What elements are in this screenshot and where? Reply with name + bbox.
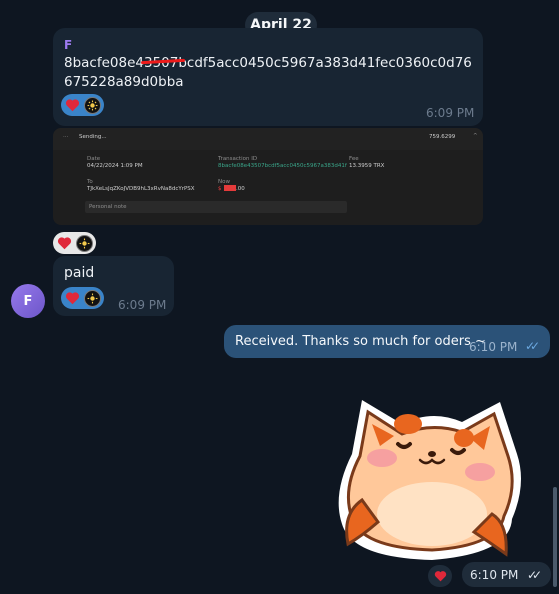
outgoing-message[interactable]: Received. Thanks so much for oders ~ 6:1… xyxy=(224,325,550,358)
to-value: TJkXeLsJqZKoJVDB9hL3xRvNa8dcYrPSX xyxy=(87,186,195,192)
fee-label: Fee xyxy=(349,156,359,162)
screenshot-title: Sending... xyxy=(79,134,107,140)
message-time: 6:09 PM xyxy=(118,298,167,312)
message-text: Received. Thanks so much for oders ~ xyxy=(235,334,486,349)
fox-sticker[interactable] xyxy=(332,394,530,564)
double-check-icon: ✓✓ xyxy=(527,568,542,582)
message-text: paid xyxy=(64,265,95,281)
screenshot-header xyxy=(53,128,483,150)
message-time: 6:10 PM xyxy=(469,340,518,354)
now-value: $ xyxy=(218,186,222,192)
screenshot-amount: 759.6299 xyxy=(429,134,456,140)
double-check-icon: ✓✓ xyxy=(525,339,540,353)
heart-icon xyxy=(432,568,449,585)
to-label: To xyxy=(87,179,93,185)
reaction-group[interactable] xyxy=(61,94,104,116)
date-label: Date xyxy=(87,156,101,162)
reaction-group[interactable] xyxy=(428,565,452,587)
reactor-avatar-icon xyxy=(84,96,101,114)
personal-note-placeholder: Personal note xyxy=(89,204,127,210)
message-text: 8bacfe08e43507bcdf5acc0450c5967a383d41fe… xyxy=(64,55,472,90)
date-value: 04/22/2024 1:09 PM xyxy=(87,163,143,169)
txid-value: 8bacfe08e43507bcdf5acc0450c5967a383d41f xyxy=(218,163,347,169)
sender-name[interactable]: F xyxy=(64,38,72,52)
sticker-time-pill: 6:10 PM ✓✓ xyxy=(462,562,551,587)
heart-icon xyxy=(56,235,73,252)
incoming-message-hash[interactable]: F 8bacfe08e43507bcdf5acc0450c5967a383d41… xyxy=(53,28,483,126)
reactor-avatar-icon xyxy=(84,289,101,307)
incoming-message-paid[interactable]: paid 6:09 PM xyxy=(53,256,174,316)
now-suffix: .00 xyxy=(236,186,245,192)
reaction-group[interactable] xyxy=(61,287,104,309)
scrollbar[interactable] xyxy=(553,487,557,587)
now-redaction xyxy=(224,185,236,191)
reactor-avatar-icon xyxy=(76,234,93,252)
message-time: 6:10 PM xyxy=(470,568,519,582)
sender-avatar[interactable]: F xyxy=(11,284,45,318)
heart-icon xyxy=(64,290,81,307)
heart-icon xyxy=(64,97,81,114)
message-time: 6:09 PM xyxy=(426,106,475,120)
chevron-up-icon: ^ xyxy=(473,133,478,139)
txid-label: Transaction ID xyxy=(218,156,258,162)
transaction-screenshot[interactable]: ··· Sending... 759.6299 ^ Date 04/22/202… xyxy=(53,128,483,225)
more-icon: ··· xyxy=(63,134,69,140)
reaction-group[interactable] xyxy=(53,232,96,254)
fee-value: 13.3959 TRX xyxy=(349,163,385,169)
